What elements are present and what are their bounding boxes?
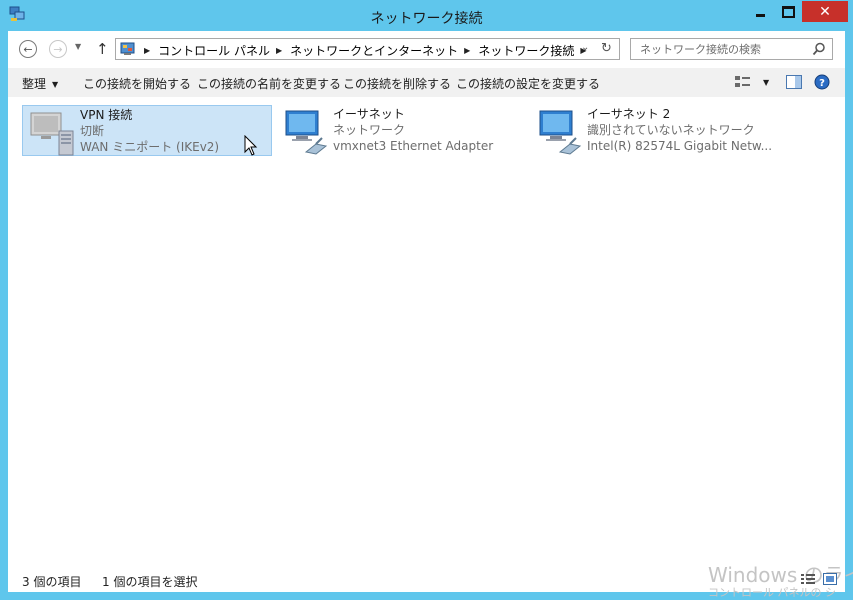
- connection-name: イーサネット 2: [587, 107, 671, 121]
- connection-device: WAN ミニポート (IKEv2): [80, 140, 220, 154]
- breadcrumb-arrow-icon[interactable]: ▶: [464, 46, 470, 55]
- vpn-connection-icon: [30, 112, 74, 156]
- preview-pane-icon[interactable]: [785, 74, 803, 90]
- help-icon[interactable]: ?: [814, 74, 830, 90]
- organize-label: 整理: [22, 77, 47, 91]
- forward-button[interactable]: →: [49, 40, 67, 58]
- close-button[interactable]: ✕: [802, 1, 848, 22]
- rename-connection-button[interactable]: この接続の名前を変更する: [197, 75, 341, 92]
- minimize-icon: [755, 13, 765, 17]
- details-view-icon[interactable]: [800, 572, 816, 586]
- connection-name: VPN 接続: [80, 108, 133, 122]
- ethernet-connection-icon: [539, 110, 582, 155]
- control-panel-icon: [120, 42, 135, 55]
- back-button[interactable]: ←: [19, 40, 37, 58]
- ethernet-connection-icon: [285, 110, 328, 155]
- refresh-icon[interactable]: ↻: [601, 41, 612, 56]
- view-options-chevron-icon[interactable]: ▼: [763, 78, 769, 87]
- breadcrumb-arrow-icon[interactable]: ▶: [276, 46, 282, 55]
- breadcrumb-network-and-internet[interactable]: ネットワークとインターネット: [290, 42, 458, 59]
- status-bar: 3 個の項目 1 個の項目を選択: [8, 571, 845, 592]
- connection-item-vpn[interactable]: VPN 接続 切断 WAN ミニポート (IKEv2): [22, 105, 272, 156]
- connection-status: 切断: [80, 124, 105, 138]
- recent-locations-button[interactable]: ▼: [75, 42, 81, 51]
- search-box[interactable]: [630, 38, 833, 60]
- maximize-button[interactable]: [774, 1, 802, 22]
- mouse-cursor-icon: [244, 135, 258, 156]
- connection-name: イーサネット: [333, 107, 405, 121]
- connection-item-ethernet-2[interactable]: イーサネット 2 識別されていないネットワーク Intel(R) 82574L …: [530, 105, 830, 156]
- breadcrumb-root-arrow-icon[interactable]: ▶: [144, 46, 150, 55]
- window-title: ネットワーク接続: [370, 11, 483, 27]
- breadcrumb-control-panel[interactable]: コントロール パネル: [158, 42, 270, 59]
- address-dropdown-chevron-icon[interactable]: ⌄: [581, 42, 589, 53]
- connection-device: Intel(R) 82574L Gigabit Netw...: [587, 139, 773, 153]
- search-input[interactable]: [631, 39, 815, 59]
- delete-connection-button[interactable]: この接続を削除する: [343, 75, 451, 92]
- forward-arrow-icon: →: [53, 42, 63, 56]
- title-bar[interactable]: ネットワーク接続 ✕: [0, 0, 853, 32]
- item-count: 3 個の項目: [22, 575, 82, 589]
- view-toggle-group: [800, 572, 838, 586]
- connection-item-ethernet[interactable]: イーサネット ネットワーク vmxnet3 Ethernet Adapter: [276, 105, 526, 156]
- search-icon[interactable]: [812, 42, 826, 56]
- connection-details: イーサネット ネットワーク vmxnet3 Ethernet Adapter: [333, 106, 493, 154]
- close-icon: ✕: [819, 3, 831, 20]
- navigation-bar: ← → ▼ ↑ ▶ コントロール パネル ▶ ネットワークとインターネット ▶ …: [8, 31, 845, 67]
- client-area: ← → ▼ ↑ ▶ コントロール パネル ▶ ネットワークとインターネット ▶ …: [8, 31, 853, 599]
- connection-details: イーサネット 2 識別されていないネットワーク Intel(R) 82574L …: [587, 106, 772, 154]
- connection-device: vmxnet3 Ethernet Adapter: [333, 139, 494, 153]
- explorer-window: ネットワーク接続 ✕ ← → ▼ ↑ ▶ コントロール パネル ▶ ネットワーク…: [0, 0, 853, 600]
- connection-status: 識別されていないネットワーク: [587, 123, 755, 137]
- maximize-icon: [781, 5, 795, 18]
- minimize-button[interactable]: [746, 1, 774, 22]
- change-view-icon[interactable]: [734, 74, 752, 90]
- connection-status: ネットワーク: [333, 123, 406, 137]
- chevron-down-icon: ▼: [52, 80, 59, 89]
- large-icons-view-icon[interactable]: [822, 572, 838, 586]
- change-connection-settings-button[interactable]: この接続の設定を変更する: [456, 75, 600, 92]
- start-connection-button[interactable]: この接続を開始する: [83, 75, 191, 92]
- organize-menu[interactable]: 整理 ▼: [22, 75, 58, 92]
- connection-details: VPN 接続 切断 WAN ミニポート (IKEv2): [80, 107, 219, 155]
- svg-text:?: ?: [819, 78, 825, 89]
- breadcrumb: ▶ コントロール パネル ▶ ネットワークとインターネット ▶ ネットワーク接続…: [138, 42, 594, 59]
- selection-count: 1 個の項目を選択: [102, 575, 198, 589]
- command-bar: 整理 ▼ この接続を開始する この接続の名前を変更する この接続を削除する この接…: [8, 68, 845, 97]
- breadcrumb-network-connections[interactable]: ネットワーク接続: [478, 42, 574, 59]
- back-arrow-icon: ←: [23, 42, 33, 56]
- address-bar[interactable]: ▶ コントロール パネル ▶ ネットワークとインターネット ▶ ネットワーク接続…: [115, 38, 620, 60]
- up-button[interactable]: ↑: [96, 40, 109, 58]
